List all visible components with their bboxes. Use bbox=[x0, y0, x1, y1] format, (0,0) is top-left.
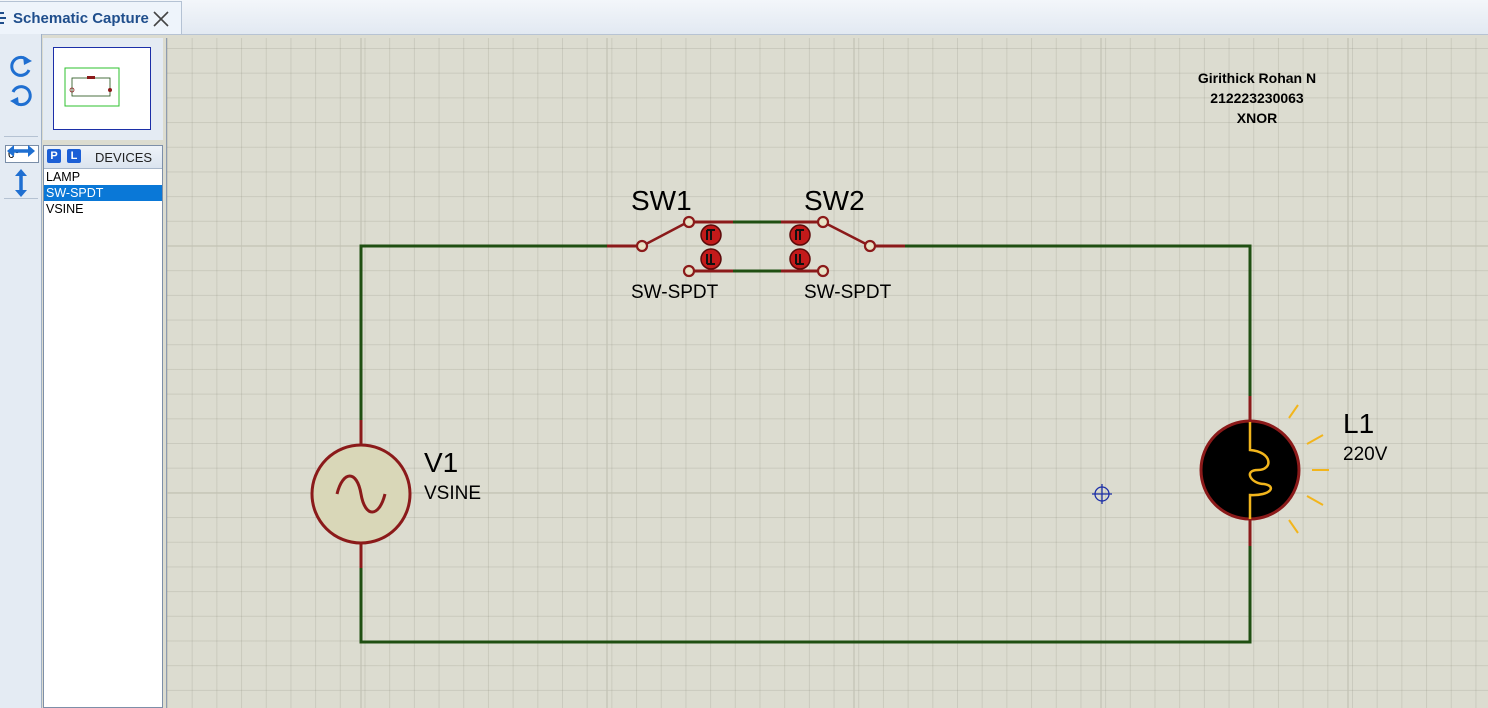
rotate-counterclockwise-icon[interactable] bbox=[6, 82, 36, 110]
sw2-type-label: SW-SPDT bbox=[804, 282, 892, 303]
v1-ref-label: V1 bbox=[424, 447, 458, 478]
library-manager-button[interactable]: L bbox=[67, 149, 81, 163]
author-id-label: 212223230063 bbox=[1210, 90, 1304, 106]
mirror-horizontal-icon[interactable] bbox=[6, 138, 36, 164]
devices-header: P L DEVICES bbox=[44, 146, 162, 169]
toggle-up-icon[interactable] bbox=[700, 224, 722, 246]
device-item-lamp[interactable]: LAMP bbox=[44, 169, 162, 185]
device-item-sw-spdt[interactable]: SW-SPDT bbox=[44, 185, 162, 201]
pick-devices-button[interactable]: P bbox=[47, 149, 61, 163]
voltage-source-v1[interactable] bbox=[310, 420, 412, 568]
tab-schematic-capture[interactable]: Schematic Capture bbox=[0, 1, 182, 34]
toggle-down-icon[interactable] bbox=[789, 248, 811, 270]
devices-title: DEVICES bbox=[95, 150, 153, 165]
l1-ref-label: L1 bbox=[1343, 408, 1374, 439]
left-toolbar bbox=[0, 34, 42, 708]
tab-title: Schematic Capture bbox=[13, 10, 149, 27]
overview-window[interactable] bbox=[53, 47, 151, 130]
mirror-vertical-icon[interactable] bbox=[6, 168, 36, 198]
tab-bar: Schematic Capture bbox=[0, 0, 1488, 35]
v1-type-label: VSINE bbox=[424, 483, 481, 504]
rotate-clockwise-icon[interactable] bbox=[6, 52, 36, 80]
device-item-vsine[interactable]: VSINE bbox=[44, 201, 162, 217]
toggle-down-icon[interactable] bbox=[700, 248, 722, 270]
major-grid bbox=[167, 38, 1488, 708]
overview-panel[interactable] bbox=[43, 38, 163, 140]
toolbar-separator bbox=[4, 198, 38, 199]
author-name-label: Girithick Rohan N bbox=[1198, 70, 1316, 86]
gate-label: XNOR bbox=[1237, 110, 1277, 126]
close-icon[interactable] bbox=[152, 10, 170, 28]
overview-thumbnail bbox=[64, 67, 120, 107]
toggle-up-icon[interactable] bbox=[789, 224, 811, 246]
schematic-drawing: SW1 SW-SPDT SW2 SW-SPDT V1 VSINE L1 220V… bbox=[167, 38, 1488, 708]
sw1-type-label: SW-SPDT bbox=[631, 282, 719, 303]
lamp-l1[interactable] bbox=[1199, 396, 1329, 546]
toolbar-separator bbox=[4, 136, 38, 137]
cursor-crosshair-icon bbox=[1092, 484, 1112, 504]
schematic-canvas[interactable]: SW1 SW-SPDT SW2 SW-SPDT V1 VSINE L1 220V… bbox=[166, 38, 1488, 708]
schematic-icon bbox=[0, 12, 6, 24]
l1-value-label: 220V bbox=[1343, 444, 1388, 465]
sw2-ref-label: SW2 bbox=[804, 185, 865, 216]
sw1-ref-label: SW1 bbox=[631, 185, 692, 216]
devices-panel: P L DEVICES LAMP SW-SPDT VSINE bbox=[43, 145, 163, 708]
